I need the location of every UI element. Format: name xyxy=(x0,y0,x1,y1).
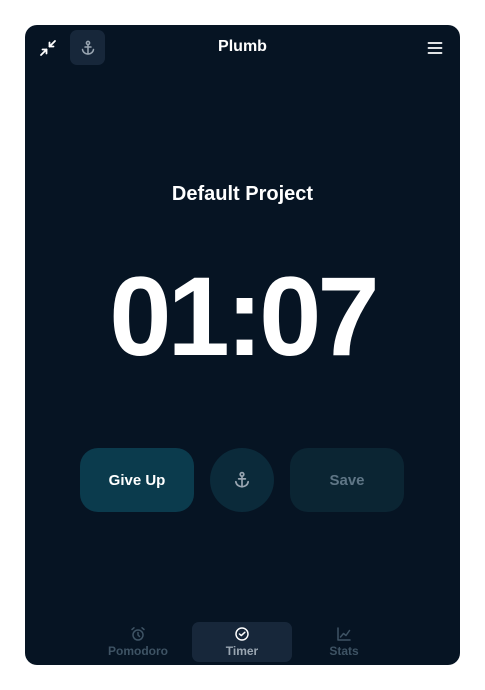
tab-stats[interactable]: Stats xyxy=(294,622,394,662)
menu-button[interactable] xyxy=(422,35,448,61)
save-button[interactable]: Save xyxy=(290,448,404,512)
project-name[interactable]: Default Project xyxy=(25,183,460,206)
alarm-clock-icon xyxy=(131,627,145,641)
tab-timer[interactable]: Timer xyxy=(192,622,292,662)
clock-icon xyxy=(235,627,249,641)
timer-controls: Give Up Save xyxy=(25,448,460,512)
chart-icon xyxy=(337,627,351,641)
tab-stats-label: Stats xyxy=(329,644,359,658)
tab-timer-label: Timer xyxy=(225,644,259,658)
anchor-icon xyxy=(234,471,250,488)
anchor-button[interactable] xyxy=(210,448,274,512)
tab-pomodoro-label: Pomodoro xyxy=(108,644,168,658)
top-bar: Plumb xyxy=(25,25,460,71)
give-up-button[interactable]: Give Up xyxy=(80,448,194,512)
app-window: Plumb Default Project 01:07 Give Up Save… xyxy=(25,25,460,665)
timer-display: 01:07 xyxy=(109,254,379,379)
app-title: Plumb xyxy=(218,38,267,55)
bottom-nav: Pomodoro Timer Stats xyxy=(25,622,460,662)
tab-pomodoro[interactable]: Pomodoro xyxy=(88,622,188,662)
hamburger-menu-icon xyxy=(427,42,443,54)
